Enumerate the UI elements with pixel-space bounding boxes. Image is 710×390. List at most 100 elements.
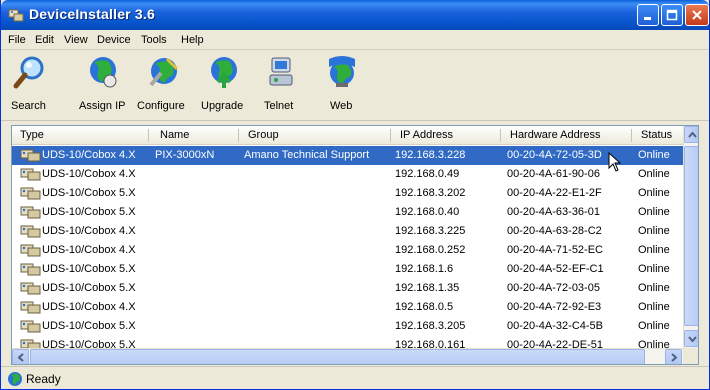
toolbar: Search Assign IP Configure Upgrade Telne… (1, 51, 709, 121)
vertical-scroll-thumb[interactable] (684, 146, 698, 326)
title-bar[interactable]: DeviceInstaller 3.6 (1, 0, 709, 30)
column-divider[interactable] (631, 129, 632, 142)
status-cell: Online (638, 225, 670, 237)
status-cell: Online (638, 282, 670, 294)
menu-device[interactable]: Device (97, 34, 131, 46)
table-row[interactable]: UDS-10/Cobox 5.X 192.168.0.40 00-20-4A-63-… (12, 203, 683, 222)
device-type-cell: UDS-10/Cobox 4.X (42, 149, 136, 161)
hardware-address-cell: 00-20-4A-72-05-3D (507, 149, 602, 161)
horizontal-scrollbar[interactable] (12, 348, 683, 364)
column-header-status[interactable]: Status (641, 129, 672, 141)
close-icon (692, 10, 702, 20)
horizontal-scroll-thumb[interactable] (30, 349, 645, 364)
scroll-down-button[interactable] (684, 330, 698, 347)
status-bar: Ready (1, 366, 709, 389)
menu-edit[interactable]: Edit (35, 34, 54, 46)
vertical-scrollbar[interactable] (683, 126, 698, 348)
hardware-address-cell: 00-20-4A-63-28-C2 (507, 225, 602, 237)
device-rows: UDS-10/Cobox 4.X PIX-3000xN Amano Technica… (12, 146, 683, 355)
table-row[interactable]: UDS-10/Cobox 4.X 192.168.3.225 00-20-4A-63… (12, 222, 683, 241)
ip-address-cell: 192.168.3.228 (395, 149, 466, 161)
ip-address-cell: 192.168.3.225 (395, 225, 466, 237)
device-type-cell: UDS-10/Cobox 4.X (42, 301, 136, 313)
device-type-cell: UDS-10/Cobox 5.X (42, 282, 136, 294)
column-divider[interactable] (148, 129, 149, 142)
menu-help[interactable]: Help (181, 34, 204, 46)
device-server-icon (20, 282, 41, 295)
hardware-address-cell: 00-20-4A-32-C4-5B (507, 320, 603, 332)
status-cell: Online (638, 206, 670, 218)
device-server-icon (20, 320, 41, 333)
column-divider[interactable] (500, 129, 501, 142)
device-group-cell: Amano Technical Support (244, 149, 370, 161)
app-window: DeviceInstaller 3.6 File Edit View Devic… (0, 0, 710, 390)
telnet-label: Telnet (264, 100, 294, 112)
device-name-cell: PIX-3000xN (155, 149, 215, 161)
column-header-ip-address[interactable]: IP Address (400, 129, 453, 141)
status-cell: Online (638, 263, 670, 275)
table-row[interactable]: UDS-10/Cobox 5.X 192.168.3.205 00-20-4A-32… (12, 317, 683, 336)
status-cell: Online (638, 168, 670, 180)
column-divider[interactable] (390, 129, 391, 142)
status-cell: Online (638, 244, 670, 256)
globe-network-icon (90, 57, 117, 88)
menu-view[interactable]: View (64, 34, 88, 46)
ip-address-cell: 192.168.1.35 (395, 282, 460, 294)
app-logo-icon (8, 9, 24, 22)
device-type-cell: UDS-10/Cobox 5.X (42, 187, 136, 199)
menu-file[interactable]: File (8, 34, 26, 46)
status-cell: Online (638, 320, 670, 332)
list-header: Type Name Group IP Address Hardware Addr… (12, 126, 683, 145)
close-button[interactable] (685, 4, 709, 26)
search-label: Search (11, 100, 46, 112)
column-header-hardware-address[interactable]: Hardware Address (510, 129, 601, 141)
device-server-icon (20, 263, 41, 276)
globe-upgrade-icon (211, 57, 237, 88)
menu-bar: File Edit View Device Tools Help (1, 30, 709, 50)
telnet-terminal-icon (269, 57, 293, 86)
device-list[interactable]: Type Name Group IP Address Hardware Addr… (11, 125, 699, 365)
status-cell: Online (638, 187, 670, 199)
chevron-left-icon (17, 352, 24, 362)
chevron-up-icon (687, 131, 697, 138)
ip-address-cell: 192.168.1.6 (395, 263, 454, 275)
device-server-icon (20, 187, 41, 200)
table-row[interactable]: UDS-10/Cobox 5.X 192.168.1.35 00-20-4A-72-… (12, 279, 683, 298)
ready-globe-icon (8, 372, 22, 386)
configure-label: Configure (137, 100, 185, 112)
column-header-name[interactable]: Name (160, 129, 189, 141)
magnifier-icon (13, 56, 44, 89)
table-row-selected[interactable]: UDS-10/Cobox 4.X PIX-3000xN Amano Technica… (12, 146, 683, 165)
device-server-icon (20, 149, 41, 162)
chevron-right-icon (670, 352, 677, 362)
menu-tools[interactable]: Tools (141, 34, 167, 46)
column-divider[interactable] (238, 129, 239, 142)
table-row[interactable]: UDS-10/Cobox 5.X 192.168.3.202 00-20-4A-22… (12, 184, 683, 203)
ip-address-cell: 192.168.0.252 (395, 244, 466, 256)
web-label: Web (330, 100, 353, 112)
assign-ip-label: Assign IP (79, 100, 126, 112)
device-server-icon (20, 244, 41, 257)
ip-address-cell: 192.168.3.202 (395, 187, 466, 199)
ip-address-cell: 192.168.0.5 (395, 301, 454, 313)
table-row[interactable]: UDS-10/Cobox 5.X 192.168.1.6 00-20-4A-52-E… (12, 260, 683, 279)
ip-address-cell: 192.168.0.49 (395, 168, 460, 180)
ip-address-cell: 192.168.3.205 (395, 320, 466, 332)
status-cell: Online (638, 301, 670, 313)
table-row[interactable]: UDS-10/Cobox 4.X 192.168.0.252 00-20-4A-71… (12, 241, 683, 260)
maximize-button[interactable] (661, 4, 683, 26)
table-row[interactable]: UDS-10/Cobox 4.X 192.168.0.5 00-20-4A-72-9… (12, 298, 683, 317)
column-header-group[interactable]: Group (248, 129, 279, 141)
device-type-cell: UDS-10/Cobox 4.X (42, 168, 136, 180)
column-header-type[interactable]: Type (20, 129, 44, 141)
scroll-right-button[interactable] (665, 349, 682, 364)
device-server-icon (20, 225, 41, 238)
table-row[interactable]: UDS-10/Cobox 4.X 192.168.0.49 00-20-4A-61-… (12, 165, 683, 184)
hardware-address-cell: 00-20-4A-61-90-06 (507, 168, 600, 180)
hardware-address-cell: 00-20-4A-72-92-E3 (507, 301, 602, 313)
scroll-left-button[interactable] (12, 349, 29, 364)
device-type-cell: UDS-10/Cobox 4.X (42, 225, 136, 237)
device-server-icon (20, 168, 41, 181)
scroll-up-button[interactable] (684, 126, 698, 143)
minimize-button[interactable] (637, 4, 659, 26)
